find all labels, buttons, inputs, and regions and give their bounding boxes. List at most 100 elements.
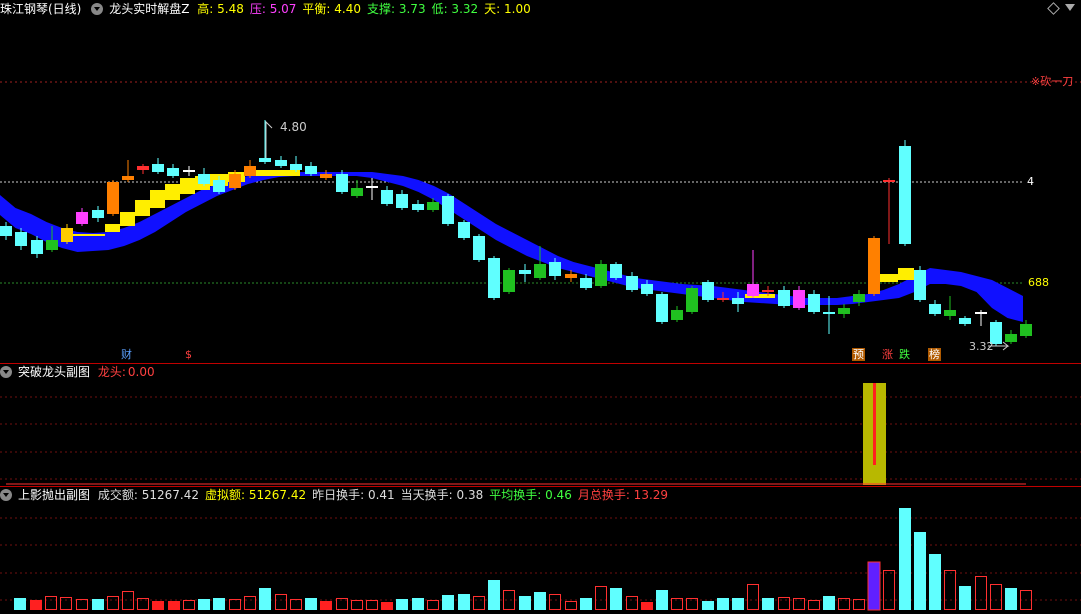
candle-body bbox=[565, 274, 577, 278]
sub2-header-item-3: 当天换手: 0.38 bbox=[400, 488, 484, 502]
sub1-title[interactable]: 突破龙头副图 bbox=[18, 365, 90, 379]
volume-bar bbox=[975, 576, 987, 610]
yellow-support-band bbox=[180, 178, 195, 194]
candle-body bbox=[626, 276, 638, 290]
level-688-label: 688 bbox=[1028, 276, 1049, 289]
volume-bar bbox=[565, 601, 577, 610]
candle-body bbox=[838, 308, 850, 314]
volume-bar bbox=[534, 592, 546, 610]
volume-bar bbox=[883, 570, 895, 610]
price-high-marker bbox=[265, 120, 273, 158]
candle-body bbox=[366, 186, 378, 188]
candle-body bbox=[15, 232, 27, 246]
main-chart[interactable] bbox=[0, 0, 1081, 614]
candle-body bbox=[762, 290, 774, 292]
volume-bar bbox=[259, 588, 271, 610]
candle-body bbox=[686, 288, 698, 312]
candle-body bbox=[488, 258, 500, 298]
candle-body bbox=[503, 270, 515, 292]
volume-bar bbox=[732, 598, 744, 610]
marker-dollar: $ bbox=[185, 348, 192, 361]
volume-bar bbox=[320, 601, 332, 610]
volume-bar bbox=[656, 590, 668, 610]
candle-body bbox=[595, 264, 607, 286]
volume-bar bbox=[92, 599, 104, 610]
candle-body bbox=[778, 290, 790, 306]
candle-body bbox=[92, 210, 104, 218]
candle-body bbox=[46, 240, 58, 250]
volume-bar bbox=[442, 595, 454, 610]
candle-body bbox=[1005, 334, 1017, 342]
candle-body bbox=[823, 312, 835, 314]
volume-bar bbox=[366, 600, 378, 610]
sub1-label: 龙头: bbox=[97, 365, 126, 379]
volume-bar bbox=[168, 601, 180, 610]
yellow-support-band bbox=[150, 190, 165, 208]
candle-body bbox=[0, 226, 12, 236]
volume-bar bbox=[610, 588, 622, 610]
volume-bar bbox=[853, 599, 865, 610]
candle-body bbox=[610, 264, 622, 278]
candle-body bbox=[427, 202, 439, 210]
volume-bar bbox=[702, 601, 714, 610]
candle-body bbox=[883, 180, 895, 182]
yellow-support-band bbox=[880, 274, 898, 282]
candle-body bbox=[229, 174, 241, 188]
price-low-label: 3.32 bbox=[969, 340, 994, 353]
candle-body bbox=[534, 264, 546, 278]
sub2-header-item-4: 平均换手: 0.46 bbox=[489, 488, 572, 502]
candle-body bbox=[929, 304, 941, 314]
candle-body bbox=[899, 146, 911, 244]
volume-bar bbox=[213, 598, 225, 610]
volume-bar bbox=[929, 554, 941, 610]
volume-bar bbox=[275, 594, 287, 610]
candle-body bbox=[31, 240, 43, 254]
volume-bar bbox=[959, 586, 971, 610]
volume-bar bbox=[868, 562, 880, 610]
volume-bar bbox=[396, 599, 408, 610]
sub2-header-items: 成交额: 51267.42 虚拟额: 51267.42 昨日换手: 0.41 当天换手… bbox=[98, 488, 674, 502]
volume-bar bbox=[549, 594, 561, 610]
sub1-header: 突破龙头副图 龙头: 0.00 bbox=[0, 364, 161, 380]
volume-bar bbox=[14, 598, 26, 610]
sub2-header-item-2: 昨日换手: 0.41 bbox=[312, 488, 395, 502]
volume-bar bbox=[580, 598, 592, 610]
candle-body bbox=[1020, 324, 1032, 336]
volume-bar bbox=[519, 596, 531, 610]
collapse-icon[interactable] bbox=[0, 366, 12, 378]
candle-body bbox=[305, 166, 317, 174]
candle-body bbox=[853, 294, 865, 302]
sub2-title[interactable]: 上影抛出副图 bbox=[18, 488, 90, 502]
volume-bar bbox=[427, 600, 439, 610]
candle-body bbox=[107, 182, 119, 214]
candle-body bbox=[61, 228, 73, 242]
volume-bar bbox=[198, 599, 210, 610]
volume-bar bbox=[899, 508, 911, 610]
collapse-icon[interactable] bbox=[0, 489, 12, 501]
volume-bar bbox=[778, 597, 790, 610]
candle-body bbox=[412, 204, 424, 210]
volume-bar bbox=[183, 600, 195, 610]
candle-body bbox=[747, 284, 759, 296]
candle-body bbox=[549, 262, 561, 276]
marker-die: 跌 bbox=[899, 348, 910, 361]
volume-bar bbox=[626, 596, 638, 610]
volume-bar bbox=[762, 598, 774, 610]
separator-1 bbox=[0, 363, 1081, 364]
volume-bar bbox=[60, 597, 72, 610]
candle-body bbox=[290, 164, 302, 170]
volume-bar bbox=[290, 599, 302, 610]
volume-bar bbox=[944, 570, 956, 610]
yellow-support-band bbox=[105, 224, 120, 232]
candle-body bbox=[959, 318, 971, 324]
price-high-label: 4.80 bbox=[280, 120, 307, 134]
sub2-header-item-5: 月总换手: 13.29 bbox=[577, 488, 669, 502]
volume-bar bbox=[488, 580, 500, 610]
candle-body bbox=[137, 166, 149, 170]
candle-body bbox=[76, 212, 88, 224]
volume-bar bbox=[914, 532, 926, 610]
candle-body bbox=[351, 188, 363, 196]
candle-body bbox=[198, 174, 210, 184]
sub2-header-item-0: 成交额: 51267.42 bbox=[97, 488, 199, 502]
candle-body bbox=[702, 282, 714, 300]
